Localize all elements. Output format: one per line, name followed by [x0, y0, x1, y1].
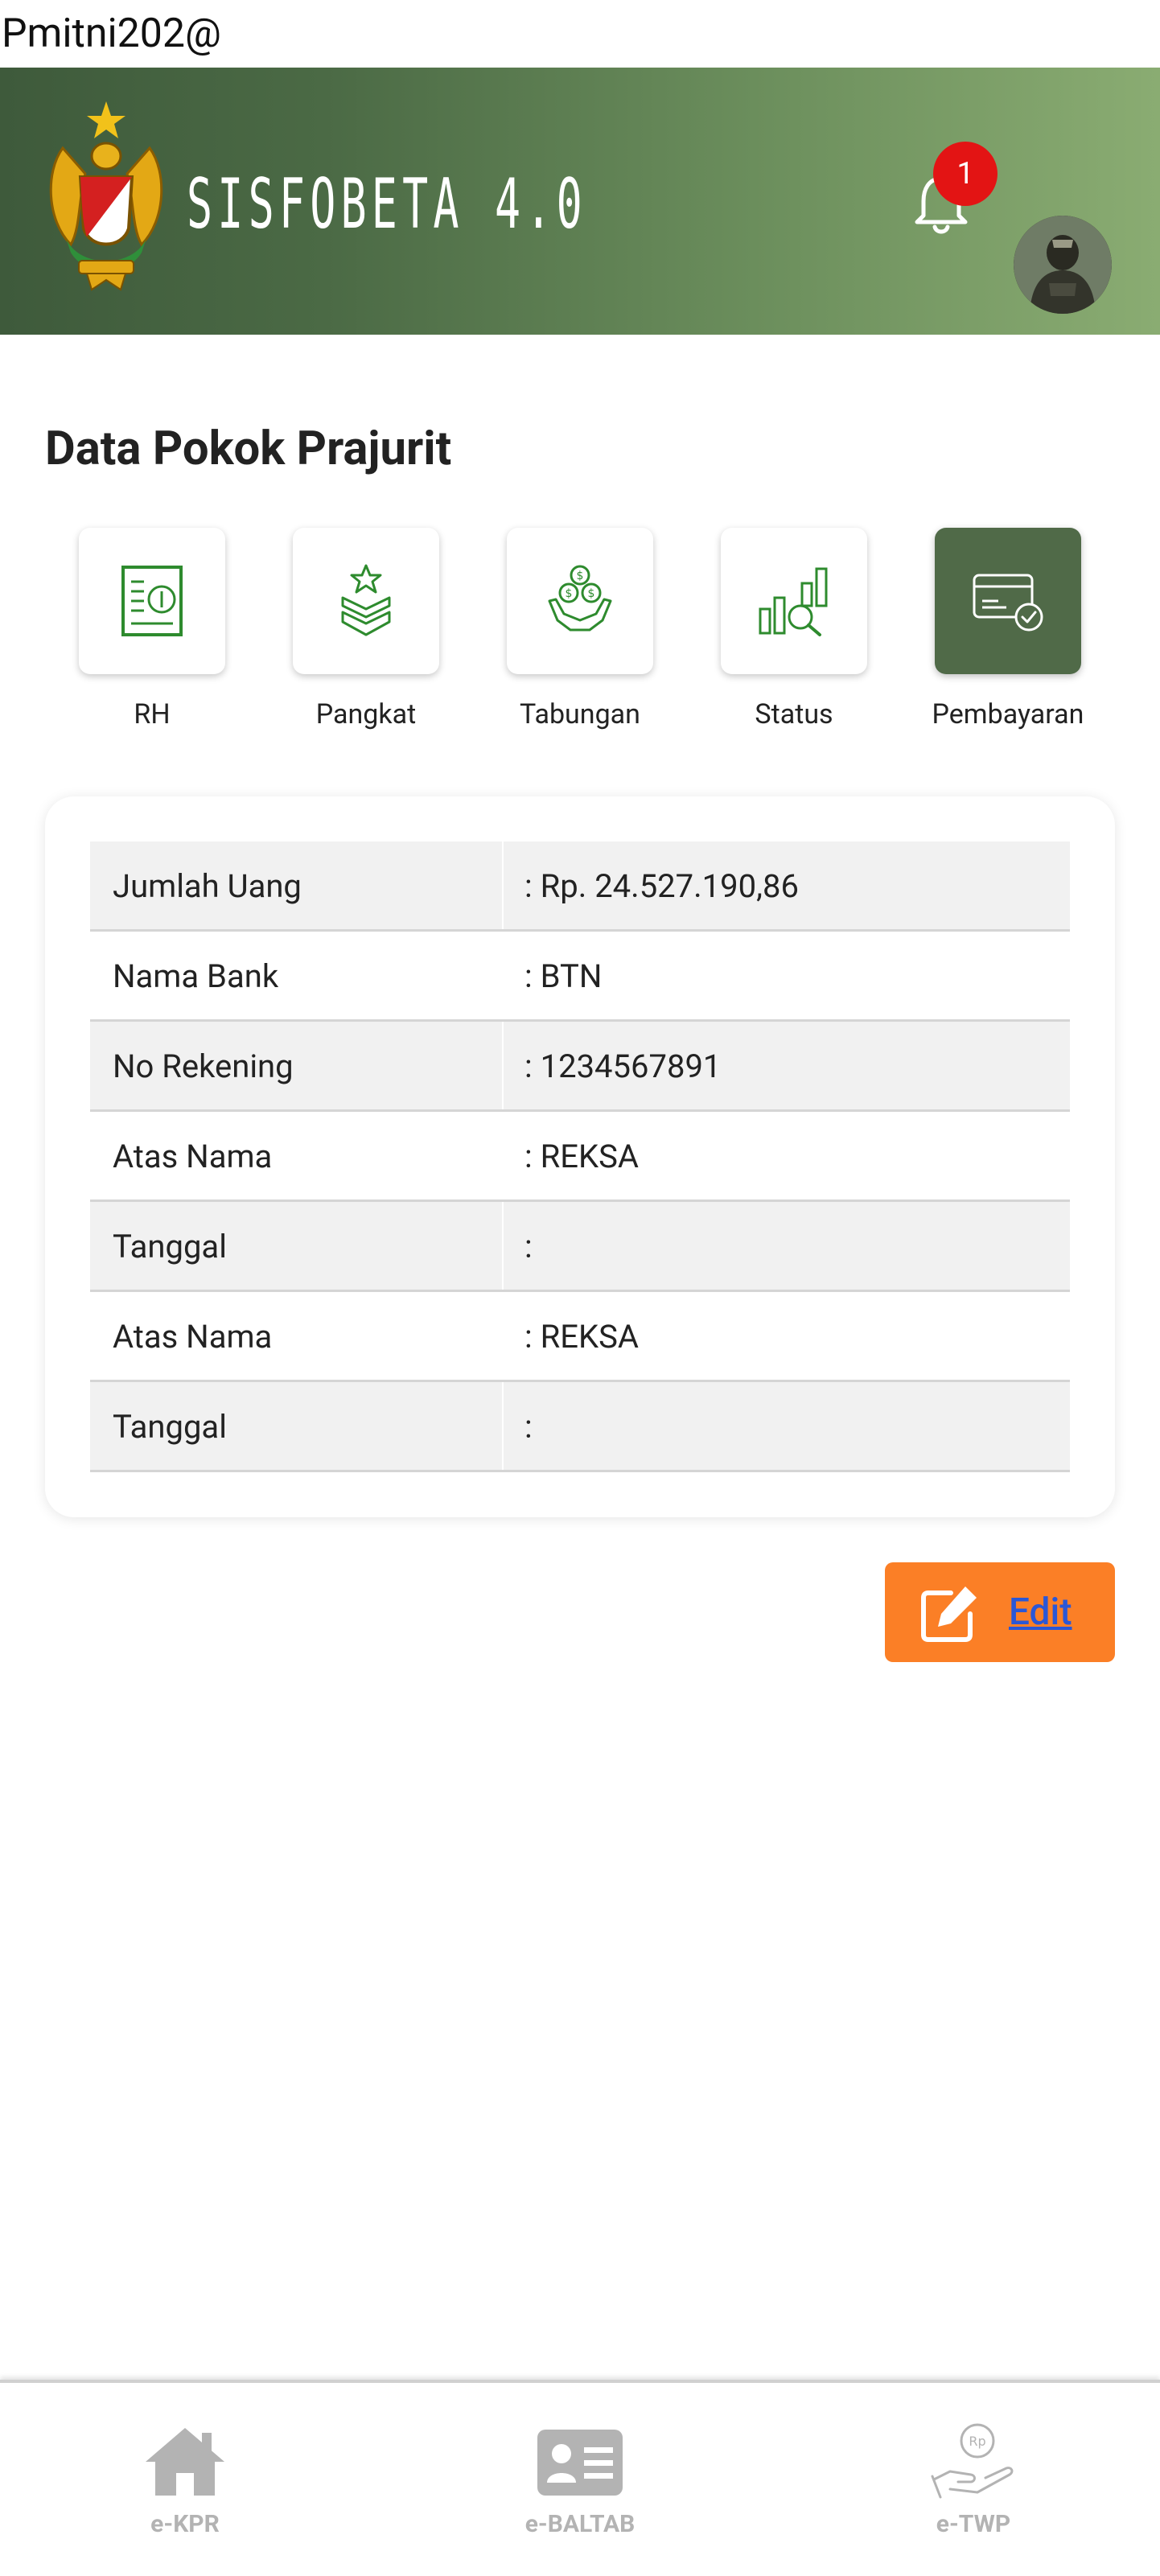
row-value: : — [524, 1228, 533, 1265]
nav-item-e-baltab[interactable]: e-BALTAB — [500, 2422, 660, 2541]
top-text: Pmitni202@ — [2, 10, 221, 57]
table-row: Nama Bank : BTN — [90, 932, 1070, 1022]
menu-item-pangkat[interactable]: Pangkat — [293, 528, 439, 730]
row-label: Tanggal — [90, 1382, 504, 1470]
svg-text:$: $ — [577, 570, 584, 582]
emblem-logo — [49, 101, 163, 291]
page-title: Data Pokok Prajurit — [45, 422, 452, 476]
status-chart-icon — [759, 567, 828, 636]
table-row: Tanggal : — [90, 1202, 1070, 1292]
menu-item-tabungan[interactable]: $ $ $ Tabungan — [507, 528, 653, 730]
menu-item-status[interactable]: Status — [721, 528, 867, 730]
edit-button[interactable]: Edit — [885, 1562, 1115, 1662]
menu-item-pembayaran[interactable]: Pembayaran — [932, 528, 1084, 730]
app-header: SISFOBETA 4.0 1 — [0, 68, 1160, 335]
menu-label-status: Status — [755, 698, 833, 730]
edit-button-label: Edit — [1009, 1590, 1072, 1634]
avatar-image — [1014, 216, 1112, 314]
menu-label-pembayaran: Pembayaran — [932, 698, 1084, 730]
document-icon — [121, 566, 183, 636]
payment-details-card: Jumlah Uang : Rp. 24.527.190,86 Nama Ban… — [45, 796, 1115, 1517]
svg-text:$: $ — [566, 587, 573, 600]
savings-icon: $ $ $ — [548, 565, 612, 632]
nav-item-e-kpr[interactable]: e-KPR — [105, 2422, 265, 2541]
payment-card-icon — [973, 574, 1043, 632]
row-label: Jumlah Uang — [90, 842, 504, 929]
table-row: Jumlah Uang : Rp. 24.527.190,86 — [90, 842, 1070, 932]
svg-text:$: $ — [588, 587, 595, 600]
row-value: : BTN — [524, 957, 603, 995]
row-label: Tanggal — [90, 1202, 504, 1290]
menu-label-rh: RH — [134, 698, 171, 730]
user-avatar[interactable] — [1014, 216, 1112, 314]
row-value: : REKSA — [524, 1318, 639, 1356]
bottom-navigation: e-KPR e-BALTAB Rp e-TWP — [0, 2380, 1160, 2576]
menu-label-pangkat: Pangkat — [315, 698, 417, 730]
app-brand-title: SISFOBETA 4.0 — [187, 164, 587, 245]
rank-icon — [341, 564, 391, 636]
nav-label-e-kpr: e-KPR — [150, 2510, 220, 2538]
rp-coin-text: Rp — [969, 2434, 985, 2449]
row-value: : — [524, 1408, 533, 1446]
row-label: Atas Nama — [90, 1292, 504, 1380]
row-label: No Rekening — [90, 1022, 504, 1109]
payment-details-table: Jumlah Uang : Rp. 24.527.190,86 Nama Ban… — [90, 842, 1070, 1472]
edit-icon — [921, 1586, 977, 1642]
menu-item-rh[interactable]: RH — [79, 528, 225, 730]
row-label: Atas Nama — [90, 1112, 504, 1200]
nav-label-e-twp: e-TWP — [936, 2510, 1011, 2538]
row-label: Nama Bank — [90, 932, 504, 1019]
hand-coin-icon: Rp — [931, 2423, 1014, 2499]
nav-label-e-baltab: e-BALTAB — [524, 2510, 636, 2538]
home-icon — [146, 2428, 224, 2496]
id-card-icon — [537, 2430, 623, 2496]
table-row: Tanggal : — [90, 1382, 1070, 1472]
notification-count-badge: 1 — [933, 142, 998, 206]
table-row: Atas Nama : REKSA — [90, 1112, 1070, 1202]
table-row: Atas Nama : REKSA — [90, 1292, 1070, 1382]
row-value: : REKSA — [524, 1138, 639, 1175]
table-row: No Rekening : 1234567891 — [90, 1022, 1070, 1112]
row-value: : 1234567891 — [524, 1047, 722, 1085]
menu-label-tabungan: Tabungan — [520, 698, 640, 730]
row-value: : Rp. 24.527.190,86 — [524, 867, 799, 905]
nav-item-e-twp[interactable]: Rp e-TWP — [893, 2422, 1054, 2541]
